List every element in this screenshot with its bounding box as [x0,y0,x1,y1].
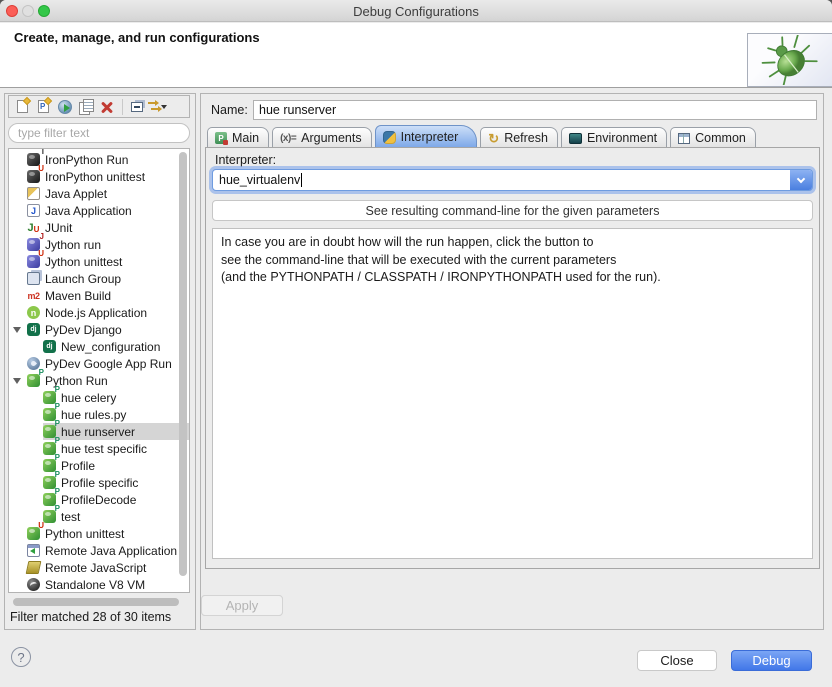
remote-javascript-icon [26,561,42,574]
interpreter-combo[interactable]: hue_virtualenv [212,169,813,191]
dialog-header: Create, manage, and run configurations [0,23,832,88]
tree-item[interactable]: Phue test specific [9,440,189,457]
refresh-icon: ↻ [488,132,499,145]
title-bar[interactable]: Debug Configurations [0,0,832,22]
see-command-line-button[interactable]: See resulting command-line for the given… [212,200,813,221]
tree-vertical-scrollbar[interactable] [179,152,187,576]
tree-item[interactable]: JUnit [9,219,189,236]
tab-main[interactable]: Main [207,127,269,148]
junit-icon [27,221,40,234]
close-button[interactable]: Close [637,650,717,671]
interpreter-tab-content: Interpreter: hue_virtualenv See resultin… [205,147,820,569]
tab-arguments[interactable]: (x)= Arguments [272,127,372,148]
tree-item[interactable]: UIronPython unittest [9,168,189,185]
interpreter-dropdown-button[interactable] [790,170,812,190]
django-config-icon [43,340,56,353]
tree-item[interactable]: Standalone V8 VM [9,576,189,593]
tree-item[interactable]: Java Applet [9,185,189,202]
debug-button[interactable]: Debug [731,650,812,671]
launch-config-sidebar: P IIronPython Run UIronPython unittest J… [4,93,196,630]
v8-vm-icon [27,578,40,591]
new-configuration-button[interactable] [13,98,32,116]
maven-build-icon [27,289,40,302]
tree-item-expanded[interactable]: PyDev Django [9,321,189,338]
tab-interpreter[interactable]: Interpreter [375,125,478,148]
chevron-down-icon [797,174,805,182]
interpreter-info-text: In case you are in doubt how will the ru… [212,228,813,559]
new-prototype-button[interactable]: P [34,98,53,116]
django-icon [27,323,40,336]
tree-item[interactable]: IIronPython Run [9,151,189,168]
delete-configuration-button[interactable] [97,98,116,116]
expand-triangle-icon[interactable] [13,378,21,384]
bug-icon [759,35,821,85]
tree-item[interactable]: Launch Group [9,270,189,287]
debug-configurations-dialog: Debug Configurations Create, manage, and… [0,0,832,687]
tree-item[interactable]: UJython unittest [9,253,189,270]
tab-refresh[interactable]: ↻ Refresh [480,127,558,148]
jython-unittest-icon: U [27,255,40,268]
bug-banner [747,33,832,87]
tree-horizontal-scrollbar[interactable] [13,598,179,606]
tree-item[interactable]: PyDev Google App Run [9,355,189,372]
launch-group-icon [27,272,40,285]
tree-item[interactable]: Node.js Application [9,304,189,321]
config-tab-bar: Main (x)= Arguments Interpreter ↻ Refres… [207,125,817,148]
python-unittest-icon: U [27,527,40,540]
tree-item-selected[interactable]: Phue runserver [9,423,189,440]
tree-item[interactable]: PProfileDecode [9,491,189,508]
configuration-tree[interactable]: IIronPython Run UIronPython unittest Jav… [8,148,190,593]
tree-item[interactable]: PProfile [9,457,189,474]
tab-common[interactable]: Common [670,127,756,148]
tree-item[interactable]: Phue rules.py [9,406,189,423]
export-configurations-button[interactable] [55,98,74,116]
environment-icon [569,133,582,144]
collapse-all-button[interactable] [127,98,146,116]
help-button[interactable]: ? [11,647,31,667]
expand-triangle-icon[interactable] [13,327,21,333]
name-label: Name: [211,103,248,117]
tree-item[interactable]: PProfile specific [9,474,189,491]
tree-item[interactable]: UPython unittest [9,525,189,542]
configuration-detail-panel: Name: Main (x)= Arguments Interpreter ↻ … [200,93,824,630]
pydev-main-icon [215,132,227,144]
filter-input[interactable] [8,123,190,143]
tree-item[interactable]: JJython run [9,236,189,253]
tree-item[interactable]: Ptest [9,508,189,525]
filter-configurations-button[interactable] [148,98,167,116]
python-run-icon: P [27,374,40,387]
page-title: Create, manage, and run configurations [14,30,260,45]
tree-item[interactable]: Maven Build [9,287,189,304]
nodejs-icon [27,306,40,319]
toolbar-separator [122,99,123,115]
python-config-icon: P [43,510,56,523]
tab-environment[interactable]: Environment [561,127,667,148]
apply-button[interactable]: Apply [201,595,283,616]
duplicate-configuration-button[interactable] [76,98,95,116]
tree-item-expanded[interactable]: PPython Run [9,372,189,389]
tree-item[interactable]: Phue celery [9,389,189,406]
common-table-icon [678,133,690,144]
name-input[interactable] [253,100,817,120]
python-logo-icon [383,131,396,144]
java-application-icon [27,204,40,217]
tree-item[interactable]: Java Application [9,202,189,219]
interpreter-value-field[interactable]: hue_virtualenv [213,170,790,190]
ironpython-unittest-icon: U [27,170,40,183]
tree-item[interactable]: New_configuration [9,338,189,355]
java-applet-icon [27,187,40,200]
remote-java-icon [27,544,40,557]
filter-status: Filter matched 28 of 30 items [10,610,171,624]
tree-item[interactable]: Remote Java Application [9,542,189,559]
window-title: Debug Configurations [0,4,832,19]
arguments-icon: (x)= [280,133,296,144]
tree-item[interactable]: Remote JavaScript [9,559,189,576]
text-caret [301,173,302,187]
sidebar-toolbar: P [8,95,190,118]
interpreter-label: Interpreter: [215,153,276,167]
